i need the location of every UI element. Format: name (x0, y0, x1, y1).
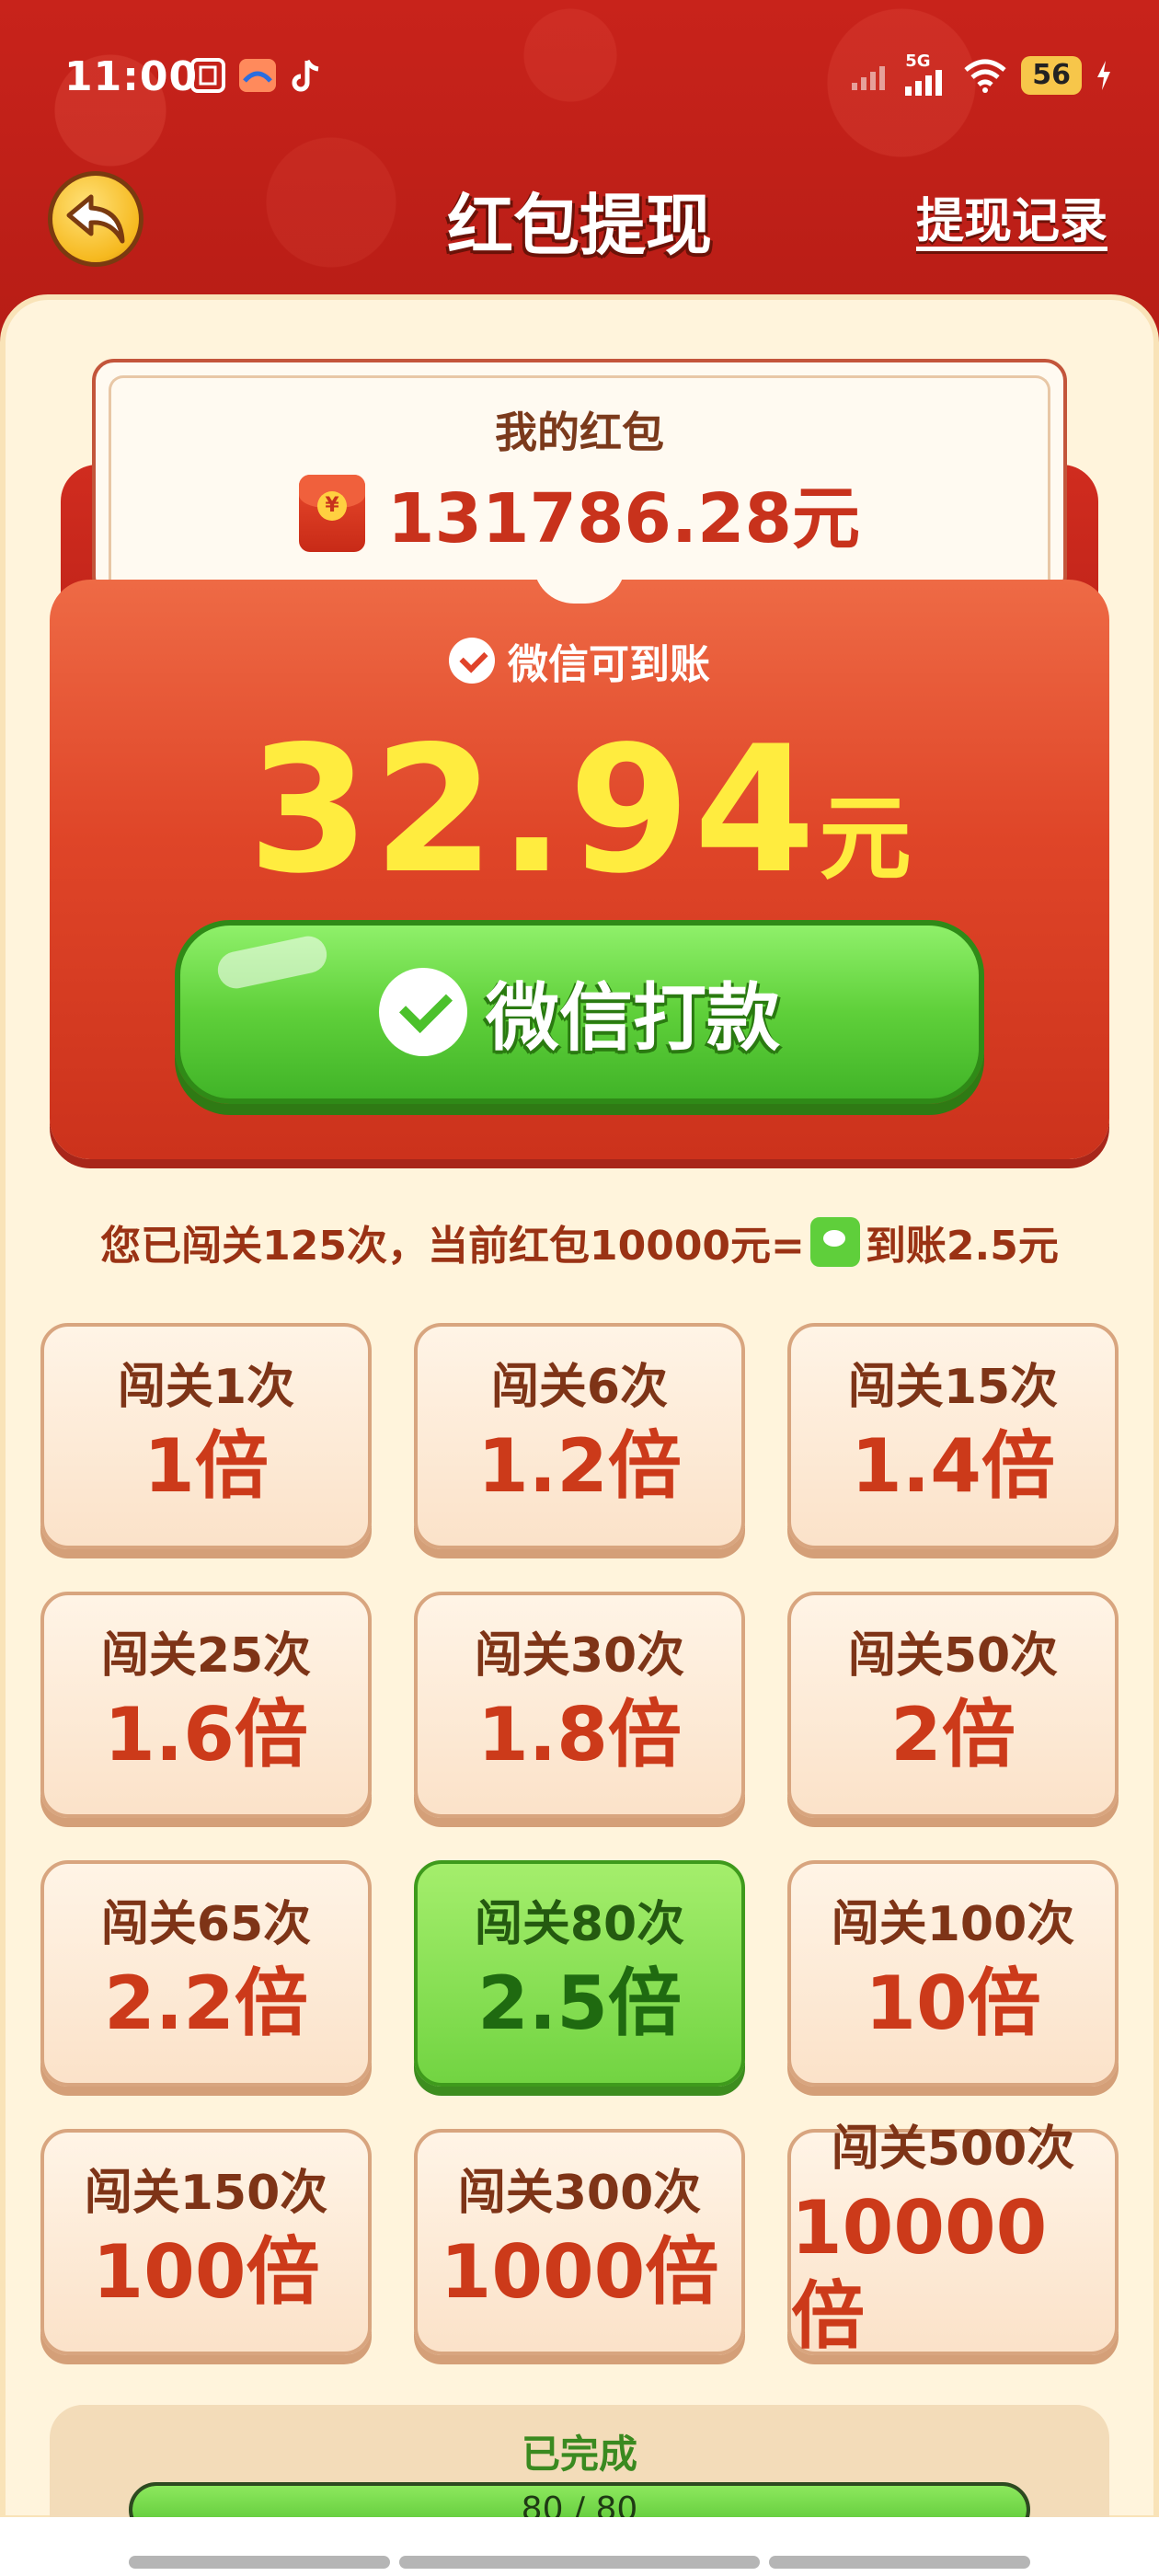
tier-requirement: 闯关300次 (457, 2166, 702, 2222)
tiktok-notification-icon (292, 59, 319, 92)
tier-card[interactable]: 闯关50次 2倍 (787, 1592, 1119, 1818)
tier-card[interactable]: 闯关300次 1000倍 (414, 2129, 745, 2355)
tier-requirement: 闯关15次 (847, 1360, 1059, 1416)
balance-value: 131786.28元 (386, 479, 861, 558)
tier-requirement: 闯关1次 (117, 1360, 295, 1416)
wechat-arrive-label: 微信可到账 (0, 631, 1159, 690)
tier-multiplier: 2.5倍 (477, 1960, 682, 2046)
tier-requirement: 闯关6次 (490, 1360, 669, 1416)
wifi-icon (964, 59, 1006, 93)
tier-multiplier: 10倍 (865, 1960, 1041, 2046)
withdraw-amount: 32.94元 (0, 708, 1159, 912)
signal-weak-icon (852, 66, 886, 90)
tier-multiplier: 1.4倍 (851, 1422, 1055, 1509)
tier-multiplier: 1.2倍 (477, 1422, 682, 1509)
pay-button-label: 微信打款 (486, 975, 780, 1061)
multiplier-grid: 闯关1次 1倍 闯关6次 1.2倍 闯关15次 1.4倍 闯关25次 1.6倍 … (40, 1323, 1119, 2359)
tier-requirement: 闯关65次 (100, 1897, 312, 1953)
tier-multiplier: 10000倍 (791, 2184, 1048, 2359)
tier-requirement: 闯关150次 (84, 2166, 328, 2222)
tier-card[interactable]: 闯关100次 10倍 (787, 1860, 1119, 2087)
info-suffix: 到账2.5元 (865, 1223, 1059, 1270)
tier-card[interactable]: 闯关30次 1.8倍 (414, 1592, 745, 1818)
tier-card[interactable]: 闯关500次 10000倍 (787, 2123, 1119, 2359)
tier-multiplier: 1.8倍 (477, 1691, 682, 1777)
tier-requirement: 闯关100次 (831, 1897, 1075, 1953)
signal-5g-icon: 5G (903, 52, 949, 96)
tier-requirement: 闯关25次 (100, 1628, 312, 1685)
tier-card[interactable]: 闯关25次 1.6倍 (40, 1592, 372, 1818)
wechat-icon (379, 968, 467, 1056)
tier-card[interactable]: 闯关15次 1.4倍 (787, 1323, 1119, 1549)
tier-requirement: 闯关80次 (474, 1897, 685, 1953)
withdraw-history-link[interactable]: 提现记录 (916, 182, 1107, 251)
wechat-icon (809, 1217, 860, 1267)
tier-card[interactable]: 闯关150次 100倍 (40, 2129, 372, 2355)
game-notification-icon (239, 59, 276, 92)
app-notification-icon (190, 58, 225, 93)
red-packet-icon (298, 474, 365, 552)
balance-label: 我的红包 (495, 408, 664, 457)
tier-card[interactable]: 闯关1次 1倍 (40, 1323, 372, 1549)
nav-gesture-segment (769, 2556, 1030, 2569)
tier-requirement: 闯关50次 (847, 1628, 1059, 1685)
charging-icon (1097, 61, 1110, 90)
tier-multiplier: 100倍 (92, 2228, 320, 2315)
tier-card[interactable]: 闯关6次 1.2倍 (414, 1323, 745, 1549)
tier-card[interactable]: 闯关65次 2.2倍 (40, 1860, 372, 2087)
info-prefix: 您已闯关125次，当前红包10000元= (100, 1223, 805, 1270)
status-time: 11:00 (64, 53, 199, 100)
tier-multiplier: 2倍 (890, 1691, 1016, 1777)
arrive-text: 微信可到账 (508, 641, 710, 688)
tier-requirement: 闯关30次 (474, 1628, 685, 1685)
tier-card-selected[interactable]: 闯关80次 2.5倍 (414, 1860, 745, 2087)
tier-multiplier: 1倍 (143, 1422, 269, 1509)
nav-gesture-segment (129, 2556, 390, 2569)
balance-row: 131786.28元 (96, 464, 1063, 562)
amount-unit: 元 (819, 785, 912, 892)
tier-multiplier: 1.6倍 (104, 1691, 308, 1777)
balance-card: 我的红包 131786.28元 (92, 359, 1067, 598)
tier-multiplier: 2.2倍 (104, 1960, 308, 2046)
nav-gesture-handle[interactable] (399, 2556, 760, 2569)
level-info: 您已闯关125次，当前红包10000元= 到账2.5元 (0, 1213, 1159, 1271)
tier-multiplier: 1000倍 (440, 2228, 719, 2315)
progress-label: 已完成 (521, 2432, 637, 2477)
wechat-pay-button[interactable]: 微信打款 (175, 920, 984, 1104)
status-right: 5G 56 (850, 52, 1113, 96)
wechat-icon (449, 638, 495, 684)
amount-number: 32.94 (247, 708, 820, 912)
tier-requirement: 闯关500次 (831, 2122, 1075, 2178)
battery-level: 56 (1021, 56, 1082, 95)
status-bar: 11:00 5G 56 (0, 0, 1159, 156)
